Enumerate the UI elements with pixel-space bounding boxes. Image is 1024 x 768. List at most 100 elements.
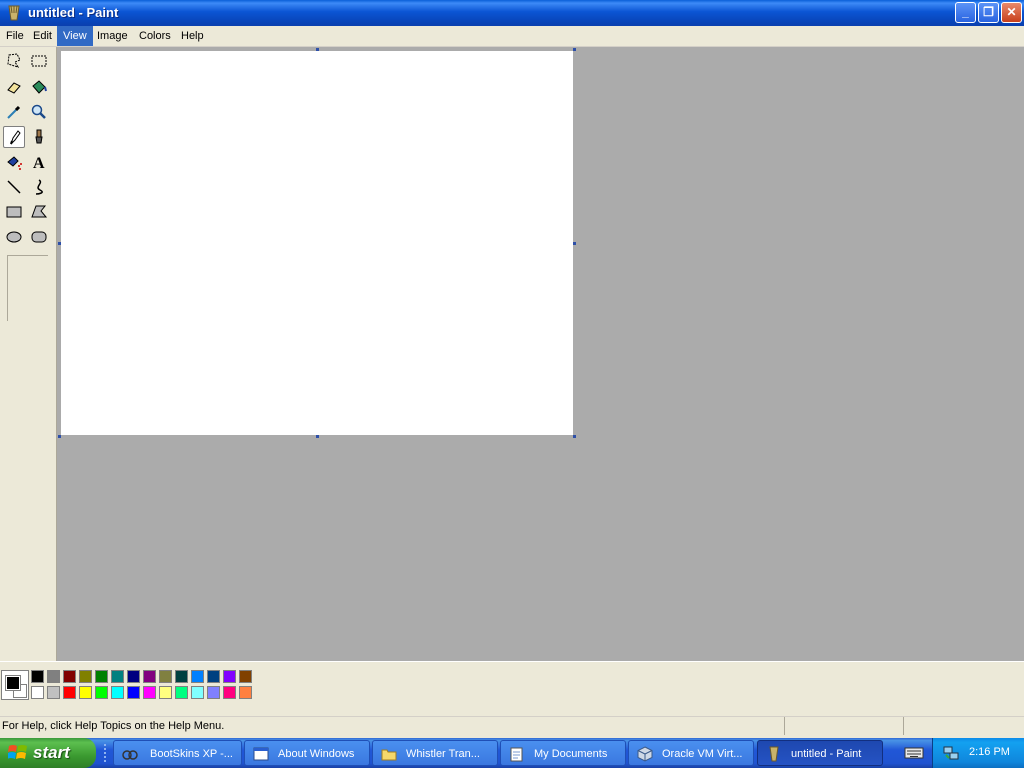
resize-handle-bottom-left: [58, 435, 61, 438]
status-pane-size: [903, 717, 1024, 735]
palette-swatch[interactable]: [95, 686, 108, 699]
magnifier-icon[interactable]: [28, 101, 50, 123]
airbrush-icon[interactable]: [3, 151, 25, 173]
ellipse-icon[interactable]: [3, 226, 25, 248]
palette-swatch[interactable]: [239, 686, 252, 699]
bootskins-icon: [122, 750, 138, 760]
window-icon: [253, 747, 269, 761]
drawing-canvas[interactable]: [61, 51, 573, 435]
virtualbox-icon: [637, 746, 653, 762]
taskbar: start BootSkins XP -... About Windows Wh…: [0, 738, 1024, 768]
taskbar-item-label: My Documents: [534, 748, 608, 760]
resize-handle-right[interactable]: [573, 242, 576, 245]
current-colors-indicator: [1, 670, 29, 700]
palette-swatch[interactable]: [175, 670, 188, 683]
status-help-text: For Help, click Help Topics on the Help …: [2, 720, 225, 732]
palette-swatch[interactable]: [31, 686, 44, 699]
palette-swatch[interactable]: [223, 670, 236, 683]
documents-icon: [510, 747, 523, 762]
menu-help[interactable]: Help: [175, 26, 210, 46]
free-form-select-icon[interactable]: [3, 50, 25, 72]
brush-icon[interactable]: [28, 126, 50, 148]
title-bar[interactable]: untitled - Paint _ ❐ ✕: [0, 0, 1024, 26]
window-title: untitled - Paint: [28, 5, 119, 20]
menu-bar: File Edit View Image Colors Help: [0, 26, 1024, 47]
palette-swatch[interactable]: [207, 670, 220, 683]
clock[interactable]: 2:16 PM: [969, 746, 1010, 758]
palette-swatch[interactable]: [191, 686, 204, 699]
taskbar-item-label: untitled - Paint: [791, 748, 862, 760]
palette-swatch[interactable]: [63, 686, 76, 699]
tool-options-panel[interactable]: [7, 255, 48, 321]
menu-file[interactable]: File: [0, 26, 30, 46]
taskbar-item-label: Oracle VM Virt...: [662, 748, 743, 760]
palette-swatch[interactable]: [111, 686, 124, 699]
curve-icon[interactable]: [28, 176, 50, 198]
palette-swatch[interactable]: [127, 686, 140, 699]
menu-image[interactable]: Image: [91, 26, 134, 46]
taskbar-item-paint[interactable]: untitled - Paint: [757, 740, 883, 766]
text-icon[interactable]: A: [28, 151, 50, 173]
palette-swatch[interactable]: [223, 686, 236, 699]
palette-swatch[interactable]: [79, 670, 92, 683]
eraser-icon[interactable]: [3, 76, 25, 98]
palette-swatch[interactable]: [207, 686, 220, 699]
palette-swatch[interactable]: [111, 670, 124, 683]
system-tray: 2:16 PM: [932, 738, 1024, 768]
taskbar-item-whistler[interactable]: Whistler Tran...: [372, 740, 498, 766]
pencil-icon[interactable]: [3, 126, 25, 148]
taskbar-item-about-windows[interactable]: About Windows: [244, 740, 370, 766]
fill-with-color-icon[interactable]: [28, 76, 50, 98]
status-pane-coordinates: [784, 717, 903, 735]
palette-swatch[interactable]: [47, 670, 60, 683]
pick-color-icon[interactable]: [3, 101, 25, 123]
minimize-button[interactable]: _: [955, 2, 976, 23]
palette-swatch[interactable]: [143, 670, 156, 683]
paint-app-icon[interactable]: [5, 4, 23, 22]
palette-swatch[interactable]: [127, 670, 140, 683]
menu-view[interactable]: View: [57, 26, 93, 46]
palette-swatch[interactable]: [175, 686, 188, 699]
taskbar-item-label: Whistler Tran...: [406, 748, 480, 760]
paint-icon: [769, 746, 779, 762]
taskbar-item-bootskins[interactable]: BootSkins XP -...: [113, 740, 242, 766]
windows-logo-icon: [8, 745, 27, 759]
polygon-icon[interactable]: [28, 201, 50, 223]
resize-handle-left: [58, 242, 61, 245]
palette-swatch[interactable]: [191, 670, 204, 683]
palette-swatch[interactable]: [95, 670, 108, 683]
tool-box: A: [0, 47, 57, 661]
keyboard-icon: [904, 747, 924, 759]
palette-swatch[interactable]: [79, 686, 92, 699]
line-icon[interactable]: [3, 176, 25, 198]
rectangle-icon[interactable]: [3, 201, 25, 223]
drawing-workspace[interactable]: [57, 47, 1024, 661]
taskbar-item-my-documents[interactable]: My Documents: [500, 740, 626, 766]
network-tray-icon[interactable]: [943, 745, 959, 761]
menu-edit[interactable]: Edit: [27, 26, 58, 46]
start-button[interactable]: start: [0, 738, 96, 768]
select-icon[interactable]: [28, 50, 50, 72]
resize-handle-top-right: [573, 48, 576, 51]
palette-swatch[interactable]: [63, 670, 76, 683]
palette-swatch[interactable]: [159, 670, 172, 683]
resize-handle-bottom-right[interactable]: [573, 435, 576, 438]
resize-handle-bottom[interactable]: [316, 435, 319, 438]
palette-swatch[interactable]: [47, 686, 60, 699]
foreground-color-swatch: [5, 675, 21, 691]
maximize-button[interactable]: ❐: [978, 2, 999, 23]
start-label: start: [33, 743, 70, 762]
status-bar: For Help, click Help Topics on the Help …: [0, 716, 1024, 737]
palette-swatch[interactable]: [239, 670, 252, 683]
folder-icon: [381, 749, 397, 761]
palette-swatch[interactable]: [143, 686, 156, 699]
svg-text:A: A: [33, 155, 45, 171]
palette-swatch[interactable]: [31, 670, 44, 683]
language-bar[interactable]: [896, 743, 926, 763]
close-button[interactable]: ✕: [1001, 2, 1022, 23]
palette-swatch[interactable]: [159, 686, 172, 699]
quicklaunch-grip: [104, 744, 110, 762]
menu-colors[interactable]: Colors: [133, 26, 177, 46]
taskbar-item-virtualbox[interactable]: Oracle VM Virt...: [628, 740, 754, 766]
rounded-rectangle-icon[interactable]: [28, 226, 50, 248]
